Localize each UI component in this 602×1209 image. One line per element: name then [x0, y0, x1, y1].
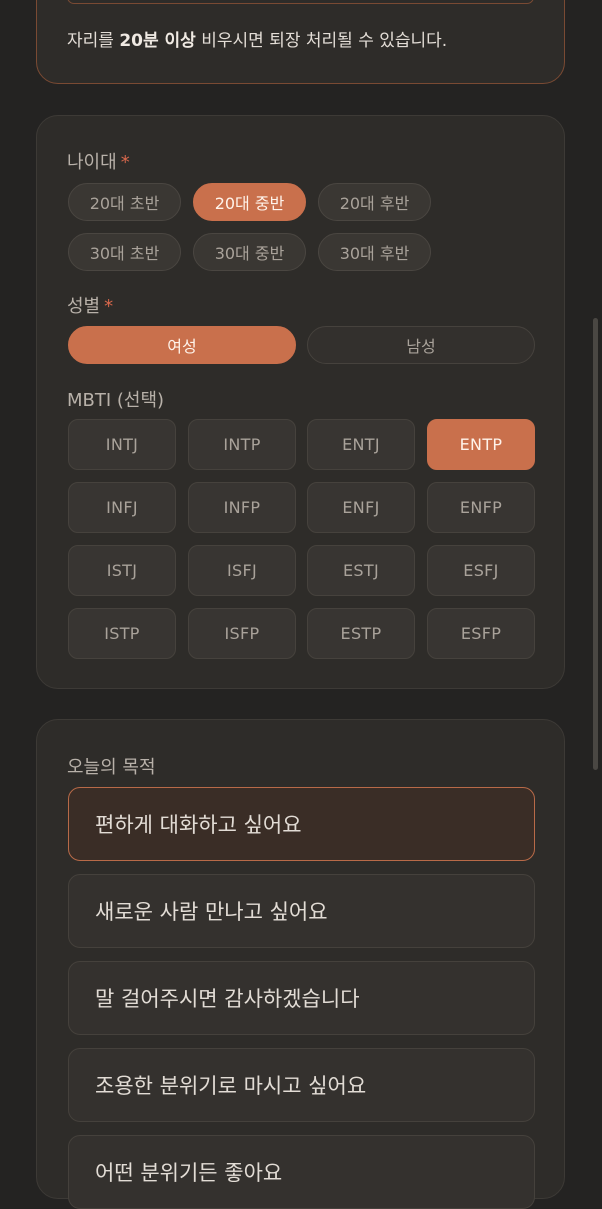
age-option-30-late[interactable]: 30대 후반	[318, 233, 431, 271]
mbti-option-istp[interactable]: ISTP	[68, 608, 176, 659]
purpose-option-casual-talk[interactable]: 편하게 대화하고 싶어요	[68, 787, 535, 861]
mbti-option-enfj[interactable]: ENFJ	[307, 482, 415, 533]
mbti-label: MBTI (선택)	[67, 390, 165, 411]
purpose-label: 오늘의 목적	[67, 757, 156, 778]
purpose-option-welcome-approach[interactable]: 말 걸어주시면 감사하겠습니다	[68, 961, 535, 1035]
age-option-20-early[interactable]: 20대 초반	[68, 183, 181, 221]
age-option-30-mid[interactable]: 30대 중반	[193, 233, 306, 271]
gender-option-male[interactable]: 남성	[307, 326, 535, 364]
mbti-option-entj[interactable]: ENTJ	[307, 419, 415, 470]
mbti-option-intp[interactable]: INTP	[188, 419, 296, 470]
required-mark: *	[120, 152, 130, 173]
mbti-option-estp[interactable]: ESTP	[307, 608, 415, 659]
mbti-option-isfp[interactable]: ISFP	[188, 608, 296, 659]
purpose-option-any-mood[interactable]: 어떤 분위기든 좋아요	[68, 1135, 535, 1209]
purpose-card: 오늘의 목적 편하게 대화하고 싶어요 새로운 사람 만나고 싶어요 말 걸어주…	[36, 719, 565, 1209]
gender-option-female[interactable]: 여성	[68, 326, 296, 364]
age-option-30-early[interactable]: 30대 초반	[68, 233, 181, 271]
mbti-option-infj[interactable]: INFJ	[68, 482, 176, 533]
age-option-20-mid[interactable]: 20대 중반	[193, 183, 306, 221]
mbti-option-isfj[interactable]: ISFJ	[188, 545, 296, 596]
purpose-option-quiet-drink[interactable]: 조용한 분위기로 마시고 싶어요	[68, 1048, 535, 1122]
mbti-option-estj[interactable]: ESTJ	[307, 545, 415, 596]
mbti-option-infp[interactable]: INFP	[188, 482, 296, 533]
notice-input-edge	[67, 0, 534, 4]
mbti-option-enfp[interactable]: ENFP	[427, 482, 535, 533]
profile-form-card: 나이대 * 20대 초반 20대 중반 20대 후반 30대 초반 30대 중반 …	[36, 115, 565, 689]
mbti-option-esfj[interactable]: ESFJ	[427, 545, 535, 596]
required-mark: *	[104, 296, 114, 317]
away-notice-text: 자리를 20분 이상 비우시면 퇴장 처리될 수 있습니다.	[67, 31, 448, 51]
gender-label: 성별 *	[67, 296, 114, 317]
mbti-option-esfp[interactable]: ESFP	[427, 608, 535, 659]
mbti-option-entp[interactable]: ENTP	[427, 419, 535, 470]
age-label: 나이대 *	[67, 152, 130, 173]
scrollbar[interactable]	[593, 318, 598, 770]
notice-card: 자리를 20분 이상 비우시면 퇴장 처리될 수 있습니다.	[36, 0, 565, 84]
mbti-option-istj[interactable]: ISTJ	[68, 545, 176, 596]
purpose-option-meet-new-people[interactable]: 새로운 사람 만나고 싶어요	[68, 874, 535, 948]
age-option-20-late[interactable]: 20대 후반	[318, 183, 431, 221]
mbti-option-intj[interactable]: INTJ	[68, 419, 176, 470]
